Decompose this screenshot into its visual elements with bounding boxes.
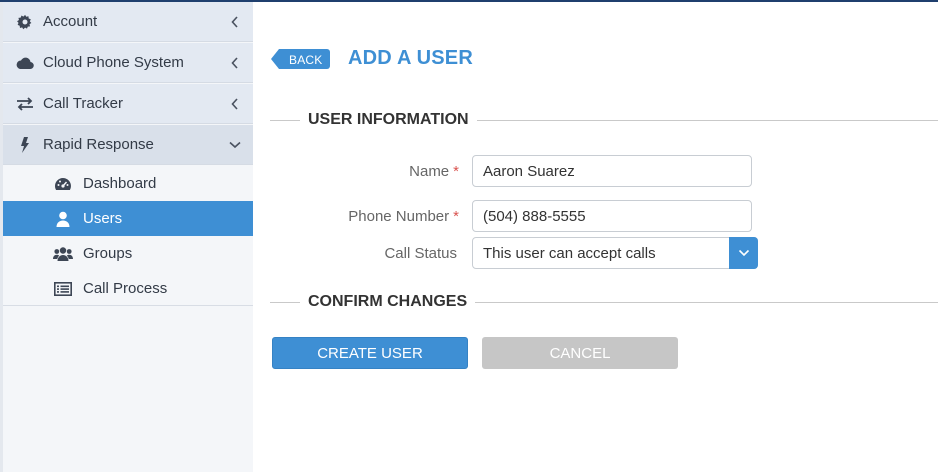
name-label: Name * xyxy=(259,163,459,180)
phone-number-field[interactable] xyxy=(472,200,752,232)
sidebar-item-label: Groups xyxy=(83,245,133,262)
cloud-icon xyxy=(15,53,35,73)
divider xyxy=(270,301,300,303)
chevron-down-icon xyxy=(227,137,243,153)
divider xyxy=(475,301,938,303)
section-title: CONFIRM CHANGES xyxy=(308,293,468,310)
sidebar-item-account[interactable]: Account xyxy=(3,2,253,42)
call-status-select[interactable]: This user can accept calls xyxy=(472,237,758,269)
sidebar-item-label: Rapid Response xyxy=(43,136,154,153)
main-content: BACK ADD A USER USER INFORMATION Name* P… xyxy=(253,2,938,472)
create-user-button[interactable]: CREATE USER xyxy=(272,337,468,369)
back-button-label: BACK xyxy=(289,53,323,67)
phone-number-label-text: Phone Number xyxy=(348,208,450,225)
page-title: ADD A USER xyxy=(348,47,473,69)
phone-number-label: Phone Number * xyxy=(259,208,459,225)
bolt-icon xyxy=(15,135,35,155)
chevron-left-icon xyxy=(227,55,243,71)
sidebar-item-label: Cloud Phone System xyxy=(43,54,184,71)
cancel-button[interactable]: CANCEL xyxy=(482,337,678,369)
sidebar-item-label: Account xyxy=(43,13,98,30)
section-confirm-changes: CONFIRM CHANGES xyxy=(270,292,938,312)
chevron-down-icon[interactable] xyxy=(729,237,758,269)
required-marker: * xyxy=(453,208,459,225)
sidebar-item-label: Call Process xyxy=(83,280,168,297)
name-field[interactable] xyxy=(472,155,752,187)
sidebar-item-rapid-response[interactable]: Rapid Response xyxy=(3,125,253,165)
chevron-left-icon xyxy=(227,14,243,30)
sidebar-item-cloud-phone-system[interactable]: Cloud Phone System xyxy=(3,43,253,83)
sidebar-item-label: Dashboard xyxy=(83,175,157,192)
sidebar-item-label: Call Tracker xyxy=(43,95,124,112)
back-button[interactable]: BACK xyxy=(271,49,330,69)
exchange-arrows-icon xyxy=(15,94,35,114)
sidebar-item-call-process[interactable]: Call Process xyxy=(3,271,253,306)
call-status-label: Call Status xyxy=(384,245,457,262)
sidebar-item-label: Users xyxy=(83,210,123,227)
dashboard-gauge-icon xyxy=(53,174,73,194)
name-label-text: Name xyxy=(409,163,450,180)
section-user-information: USER INFORMATION xyxy=(270,110,938,130)
list-icon xyxy=(53,279,73,299)
sidebar-item-dashboard[interactable]: Dashboard xyxy=(3,166,253,201)
sidebar-item-users[interactable]: Users xyxy=(3,201,253,236)
section-title: USER INFORMATION xyxy=(308,111,469,128)
chevron-left-icon xyxy=(227,96,243,112)
users-group-icon xyxy=(53,244,73,264)
rapid-response-submenu: Dashboard Users Groups Call Process xyxy=(3,166,253,306)
divider xyxy=(476,119,938,121)
call-status-value: This user can accept calls xyxy=(483,245,656,262)
user-icon xyxy=(53,209,73,229)
divider xyxy=(270,119,300,121)
gear-icon xyxy=(15,12,35,32)
sidebar: Account Cloud Phone System Call Tracker … xyxy=(0,2,253,472)
sidebar-item-call-tracker[interactable]: Call Tracker xyxy=(3,84,253,124)
required-marker: * xyxy=(453,163,459,180)
sidebar-item-groups[interactable]: Groups xyxy=(3,236,253,271)
